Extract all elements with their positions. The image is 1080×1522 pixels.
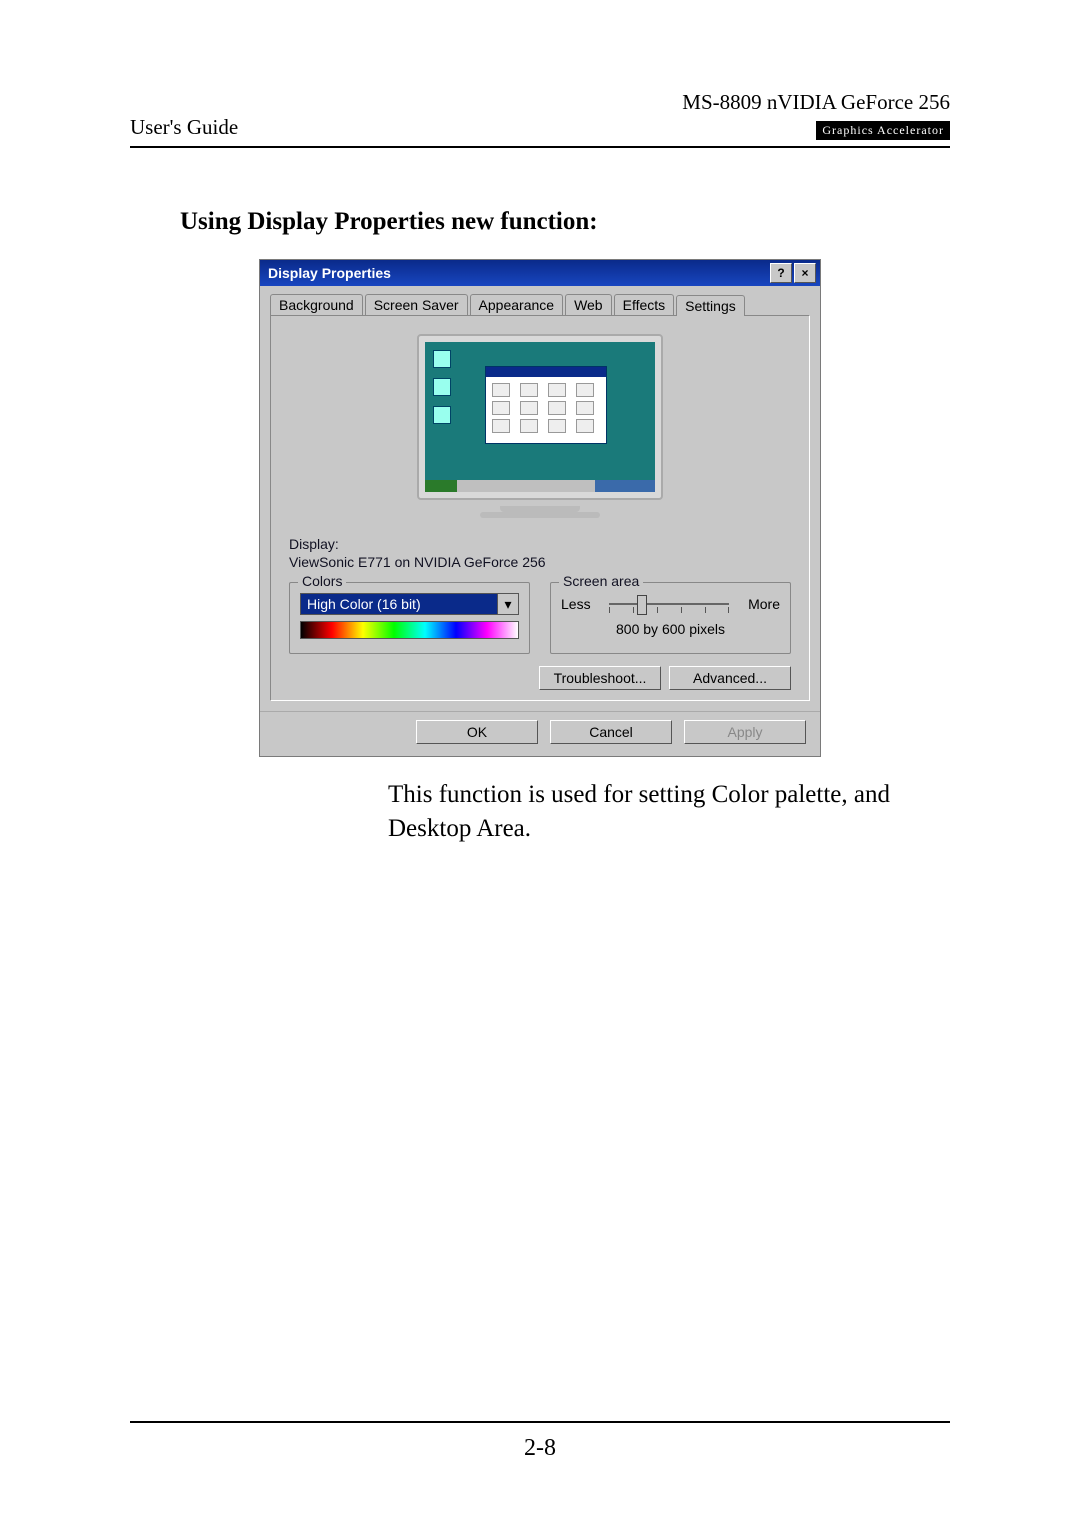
tab-settings[interactable]: Settings: [676, 295, 745, 316]
header-badge: Graphics Accelerator: [816, 121, 950, 140]
figure-caption: This function is used for setting Color …: [388, 778, 948, 846]
tab-screen-saver[interactable]: Screen Saver: [365, 294, 468, 315]
tab-background[interactable]: Background: [270, 294, 363, 315]
advanced-button[interactable]: Advanced...: [669, 666, 791, 690]
colors-group: Colors High Color (16 bit) ▾: [289, 582, 530, 654]
screen-area-slider[interactable]: [609, 593, 729, 615]
tab-web[interactable]: Web: [565, 294, 612, 315]
screen-area-value: 800 by 600 pixels: [561, 621, 780, 637]
tab-appearance[interactable]: Appearance: [470, 294, 564, 315]
titlebar: Display Properties ? ×: [260, 260, 820, 286]
section-heading: Using Display Properties new function:: [180, 208, 950, 236]
header-product: MS-8809 nVIDIA GeForce 256: [682, 90, 950, 115]
divider-top: [130, 146, 950, 148]
desktop-icon: [433, 406, 451, 424]
monitor-preview: [417, 334, 663, 518]
display-value: ViewSonic E771 on NVIDIA GeForce 256: [289, 554, 791, 570]
settings-panel: Display: ViewSonic E771 on NVIDIA GeForc…: [270, 315, 810, 701]
more-label: More: [748, 596, 780, 612]
dialog-title: Display Properties: [264, 265, 768, 281]
apply-button[interactable]: Apply: [684, 720, 806, 744]
chevron-down-icon[interactable]: ▾: [497, 593, 519, 615]
header-left: User's Guide: [130, 115, 238, 140]
troubleshoot-button[interactable]: Troubleshoot...: [539, 666, 661, 690]
ok-button[interactable]: OK: [416, 720, 538, 744]
screen-area-group: Screen area Less More 800 by 600 pixels: [550, 582, 791, 654]
help-button[interactable]: ?: [770, 263, 792, 283]
color-spectrum: [300, 621, 519, 639]
cancel-button[interactable]: Cancel: [550, 720, 672, 744]
display-properties-dialog: Display Properties ? × Background Screen…: [260, 260, 820, 756]
preview-window: [485, 366, 607, 444]
divider-bottom: [130, 1421, 950, 1423]
close-button[interactable]: ×: [794, 263, 816, 283]
colors-combo[interactable]: High Color (16 bit) ▾: [300, 593, 519, 615]
page-number: 2-8: [130, 1435, 950, 1462]
tab-strip: Background Screen Saver Appearance Web E…: [260, 286, 820, 315]
colors-value: High Color (16 bit): [300, 593, 497, 615]
display-label: Display:: [289, 536, 791, 552]
desktop-icon: [433, 378, 451, 396]
screen-area-legend: Screen area: [559, 573, 643, 589]
desktop-icon: [433, 350, 451, 368]
colors-legend: Colors: [298, 573, 346, 589]
less-label: Less: [561, 596, 591, 612]
tab-effects[interactable]: Effects: [614, 294, 675, 315]
